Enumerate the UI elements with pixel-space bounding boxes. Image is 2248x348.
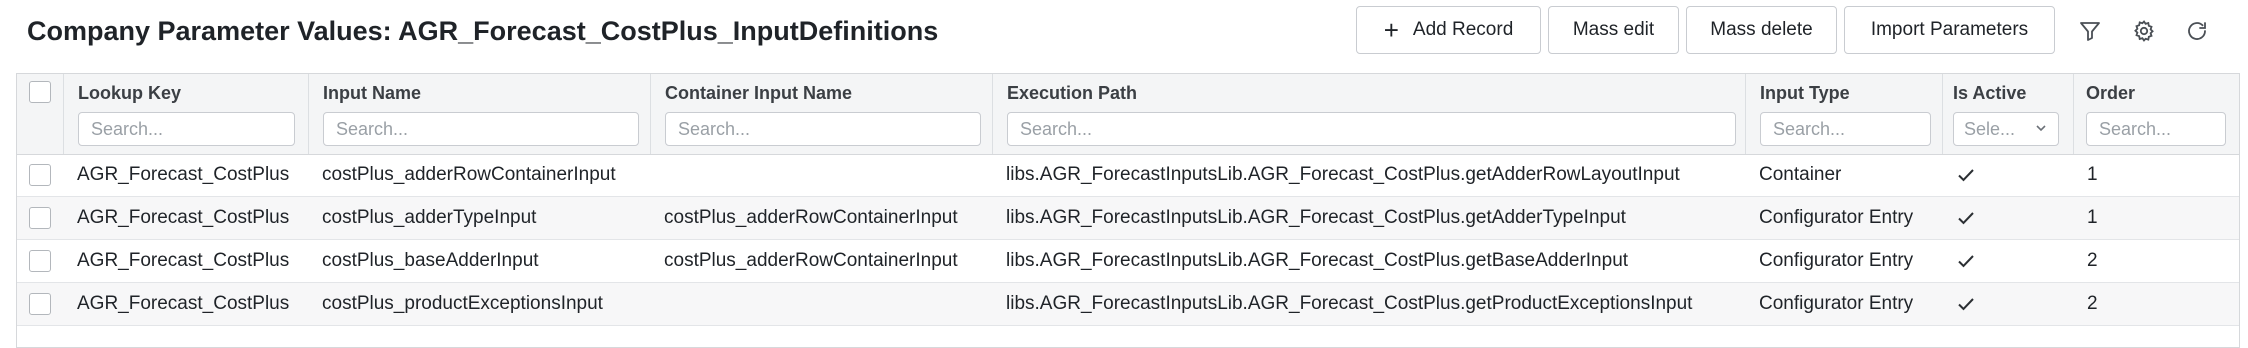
cell-execution-path: libs.AGR_ForecastInputsLib.AGR_Forecast_… bbox=[1006, 293, 1693, 314]
cell-lookup-key: AGR_Forecast_CostPlus bbox=[77, 164, 290, 185]
cell-input-type: Configurator Entry bbox=[1759, 207, 1914, 228]
order-filter-input[interactable] bbox=[2086, 112, 2226, 146]
table-row[interactable]: AGR_Forecast_CostPlus costPlus_adderType… bbox=[17, 197, 2239, 240]
cell-input-name: costPlus_baseAdderInput bbox=[322, 250, 539, 271]
is-active-filter-select[interactable]: Sele... bbox=[1953, 112, 2059, 146]
add-record-label: Add Record bbox=[1412, 19, 1514, 40]
refresh-icon[interactable] bbox=[2184, 18, 2210, 44]
table-row[interactable]: AGR_Forecast_CostPlus costPlus_productEx… bbox=[17, 283, 2239, 326]
container-input-name-filter-input[interactable] bbox=[665, 112, 981, 146]
page-title: Company Parameter Values: AGR_Forecast_C… bbox=[27, 16, 939, 46]
execution-path-filter-input[interactable] bbox=[1007, 112, 1736, 146]
check-icon bbox=[1958, 169, 1974, 182]
toolbar: + Add Record Mass edit Mass delete Impor… bbox=[1356, 6, 2062, 54]
column-header-label[interactable]: Container Input Name bbox=[665, 83, 852, 104]
column-header-label[interactable]: Order bbox=[2086, 83, 2135, 104]
cell-container-input-name: costPlus_adderRowContainerInput bbox=[664, 250, 958, 271]
data-grid: Lookup Key Input Name Container Input Na… bbox=[16, 73, 2240, 348]
grid-header: Lookup Key Input Name Container Input Na… bbox=[17, 74, 2239, 155]
row-checkbox[interactable] bbox=[29, 293, 51, 315]
cell-input-type: Configurator Entry bbox=[1759, 293, 1914, 314]
cell-lookup-key: AGR_Forecast_CostPlus bbox=[77, 250, 290, 271]
cell-lookup-key: AGR_Forecast_CostPlus bbox=[77, 207, 290, 228]
input-name-filter-input[interactable] bbox=[323, 112, 639, 146]
column-header-label[interactable]: Lookup Key bbox=[78, 83, 181, 104]
check-icon bbox=[1958, 298, 1974, 311]
row-checkbox[interactable] bbox=[29, 250, 51, 272]
check-icon bbox=[1958, 255, 1974, 268]
column-header-label[interactable]: Input Type bbox=[1760, 83, 1850, 104]
column-header-label[interactable]: Is Active bbox=[1953, 83, 2026, 104]
column-order: Order bbox=[2073, 74, 2239, 154]
cell-input-type: Container bbox=[1759, 164, 1842, 185]
cell-order: 1 bbox=[2087, 207, 2098, 228]
row-checkbox[interactable] bbox=[29, 207, 51, 229]
column-input-type: Input Type bbox=[1745, 74, 1942, 154]
cell-order: 1 bbox=[2087, 164, 2098, 185]
column-input-name: Input Name bbox=[308, 74, 650, 154]
check-icon bbox=[1958, 212, 1974, 225]
lookup-key-filter-input[interactable] bbox=[78, 112, 295, 146]
table-row[interactable]: AGR_Forecast_CostPlus costPlus_adderRowC… bbox=[17, 154, 2239, 197]
cell-input-name: costPlus_productExceptionsInput bbox=[322, 293, 603, 314]
cell-execution-path: libs.AGR_ForecastInputsLib.AGR_Forecast_… bbox=[1006, 207, 1626, 228]
cell-execution-path: libs.AGR_ForecastInputsLib.AGR_Forecast_… bbox=[1006, 250, 1629, 271]
cell-input-type: Configurator Entry bbox=[1759, 250, 1914, 271]
grid-body: AGR_Forecast_CostPlus costPlus_adderRowC… bbox=[17, 154, 2239, 326]
cell-input-name: costPlus_adderTypeInput bbox=[322, 207, 537, 228]
filter-icon[interactable] bbox=[2077, 18, 2103, 44]
table-row[interactable]: AGR_Forecast_CostPlus costPlus_baseAdder… bbox=[17, 240, 2239, 283]
mass-edit-button[interactable]: Mass edit bbox=[1548, 6, 1679, 54]
chevron-down-icon bbox=[2036, 125, 2046, 132]
cell-container-input-name bbox=[664, 154, 990, 196]
gear-icon[interactable] bbox=[2131, 18, 2157, 44]
select-all-checkbox[interactable] bbox=[29, 81, 51, 103]
column-container-input-name: Container Input Name bbox=[650, 74, 992, 154]
cell-order: 2 bbox=[2087, 293, 2098, 314]
add-record-button[interactable]: + Add Record bbox=[1356, 6, 1541, 54]
column-execution-path: Execution Path bbox=[992, 74, 1745, 154]
cell-input-name: costPlus_adderRowContainerInput bbox=[322, 164, 616, 185]
input-type-filter-input[interactable] bbox=[1760, 112, 1931, 146]
cell-container-input-name bbox=[664, 283, 990, 325]
column-header-label[interactable]: Input Name bbox=[323, 83, 421, 104]
cell-container-input-name: costPlus_adderRowContainerInput bbox=[664, 207, 958, 228]
column-is-active: Is Active Sele... bbox=[1942, 74, 2073, 154]
column-lookup-key: Lookup Key bbox=[63, 74, 308, 154]
import-parameters-button[interactable]: Import Parameters bbox=[1844, 6, 2055, 54]
select-all-column bbox=[17, 74, 63, 154]
cell-execution-path: libs.AGR_ForecastInputsLib.AGR_Forecast_… bbox=[1006, 164, 1680, 185]
plus-icon: + bbox=[1383, 15, 1399, 45]
row-checkbox[interactable] bbox=[29, 164, 51, 186]
column-header-label[interactable]: Execution Path bbox=[1007, 83, 1137, 104]
select-placeholder: Sele... bbox=[1964, 118, 2016, 139]
cell-order: 2 bbox=[2087, 250, 2098, 271]
cell-lookup-key: AGR_Forecast_CostPlus bbox=[77, 293, 290, 314]
mass-delete-button[interactable]: Mass delete bbox=[1686, 6, 1837, 54]
